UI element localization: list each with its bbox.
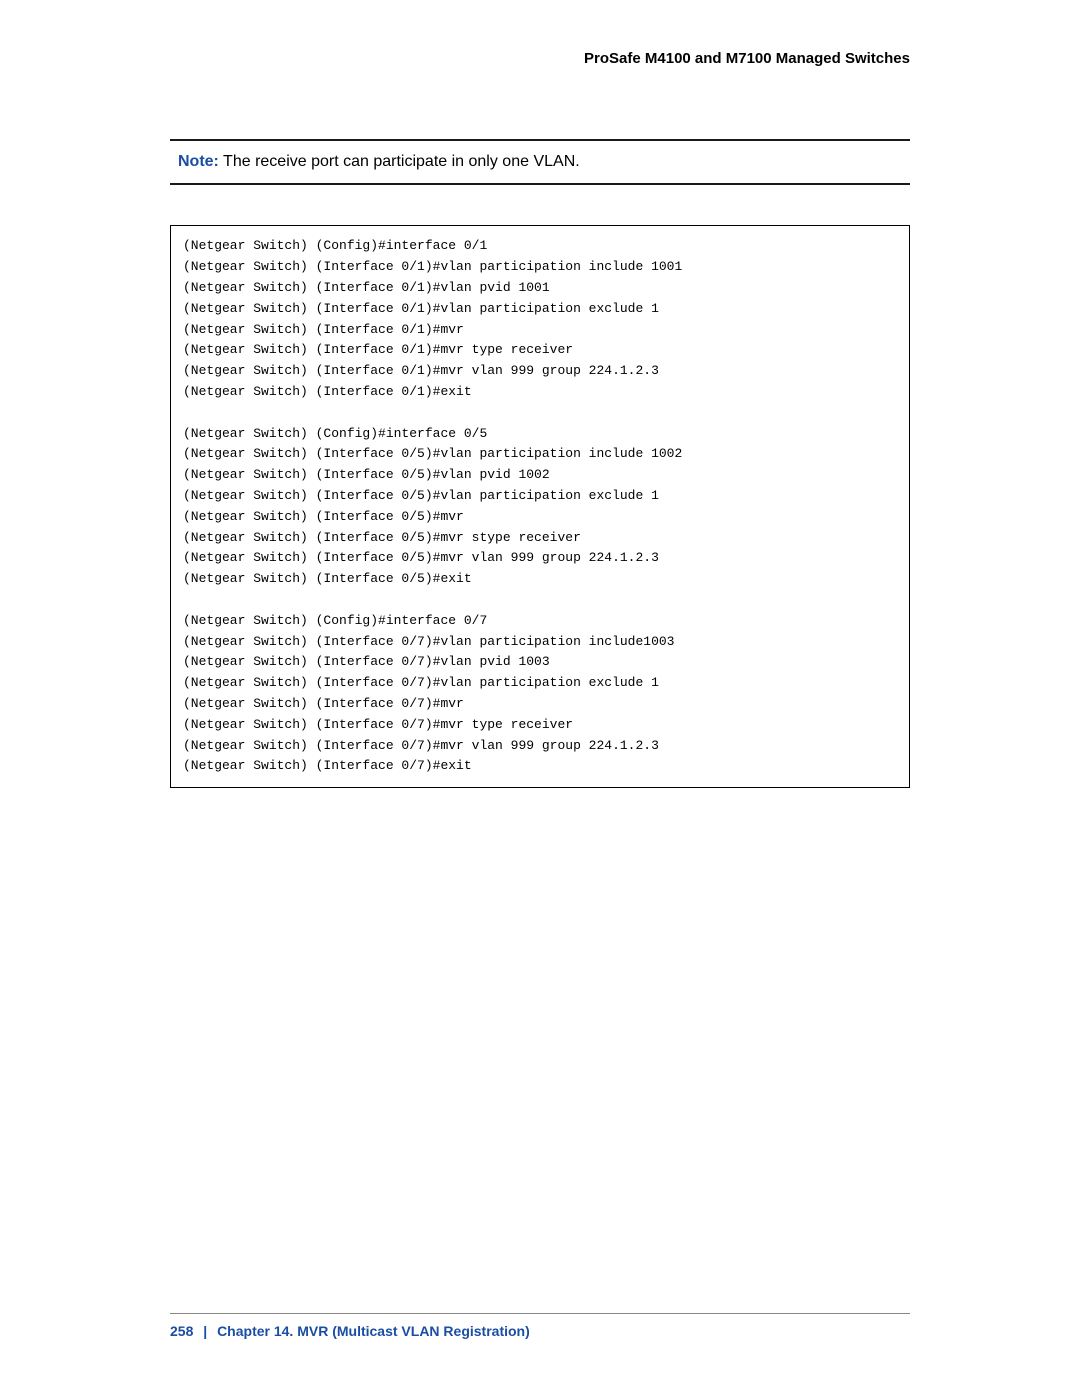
page: ProSafe M4100 and M7100 Managed Switches… xyxy=(0,0,1080,1397)
page-number: 258 xyxy=(170,1323,193,1339)
note-box: Note: The receive port can participate i… xyxy=(170,139,910,185)
chapter-title: Chapter 14. MVR (Multicast VLAN Registra… xyxy=(217,1323,530,1339)
page-header-title: ProSafe M4100 and M7100 Managed Switches xyxy=(170,48,910,69)
page-footer: 258 | Chapter 14. MVR (Multicast VLAN Re… xyxy=(170,1313,910,1342)
note-text: The receive port can participate in only… xyxy=(223,153,580,170)
code-block: (Netgear Switch) (Config)#interface 0/1 … xyxy=(170,225,910,788)
footer-separator: | xyxy=(203,1323,207,1339)
note-label: Note: xyxy=(178,153,219,170)
